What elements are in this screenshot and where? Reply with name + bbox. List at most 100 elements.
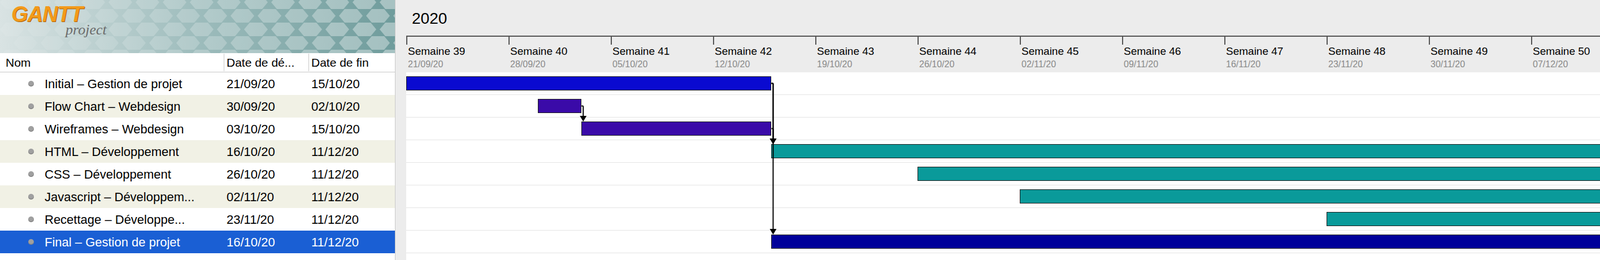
task-bullet-icon (28, 238, 34, 245)
task-name: HTML – Développement (44, 142, 180, 162)
logo-banner: GANTTproject (0, 0, 395, 54)
chart-row (406, 207, 1600, 231)
task-bar[interactable] (771, 234, 1600, 249)
task-bullet-icon (28, 148, 34, 155)
week-label: Semaine 48 (1326, 44, 1429, 59)
gantt-chart: 2020Semaine 3921/09/20Semaine 4028/09/20… (406, 0, 1600, 260)
column-header[interactable]: Date de fin (309, 53, 396, 72)
task-end: 15/10/20 (309, 119, 396, 139)
task-end: 11/12/20 (309, 187, 396, 207)
week-label: Semaine 42 (712, 44, 816, 59)
task-name: Initial – Gestion de projet (44, 74, 182, 94)
week-label: Semaine 41 (610, 44, 713, 59)
chart-row (406, 230, 1600, 254)
splitter[interactable] (395, 0, 407, 260)
chart-row (406, 72, 1600, 95)
task-start: 26/10/20 (224, 164, 310, 184)
gantt-project-window: GANTTprojectNomDate de dé...Date de finI… (0, 0, 1600, 260)
task-end: 02/10/20 (309, 97, 396, 116)
task-bar[interactable] (1326, 211, 1600, 226)
logo: GANTTproject (0, 0, 395, 38)
week-label: Semaine 46 (1122, 44, 1225, 59)
task-end: 11/12/20 (309, 210, 396, 229)
week-column: Semaine 4105/10/20 (610, 36, 713, 71)
task-name: Flow Chart – Webdesign (44, 97, 181, 116)
week-column: Semaine 4319/10/20 (815, 36, 918, 71)
task-bar[interactable] (406, 76, 772, 91)
week-column: Semaine 4212/10/20 (712, 36, 816, 71)
task-end: 11/12/20 (309, 232, 396, 252)
week-label: Semaine 47 (1224, 44, 1327, 59)
week-label: Semaine 50 (1531, 44, 1600, 59)
dependency-arrows-icon (406, 72, 1600, 254)
table-header: NomDate de dé...Date de fin (0, 53, 395, 73)
task-bullet-icon (28, 103, 34, 110)
task-name: Final – Gestion de projet (44, 232, 181, 252)
task-start: 23/11/20 (224, 210, 310, 229)
week-label: Semaine 43 (815, 44, 918, 59)
task-name: Wireframes – Webdesign (44, 119, 185, 139)
week-label: Semaine 44 (917, 44, 1020, 59)
chart-row (406, 117, 1600, 141)
week-column: Semaine 4823/11/20 (1326, 36, 1429, 71)
task-bullet-icon (28, 193, 34, 200)
table-row[interactable]: HTML – Développement 16/10/2011/12/20 (0, 140, 395, 163)
task-end: 11/12/20 (309, 142, 396, 162)
week-column: Semaine 5007/12/20 (1531, 36, 1600, 71)
week-date: 30/11/20 (1428, 58, 1532, 71)
task-start: 16/10/20 (224, 232, 310, 252)
table-row[interactable]: Initial – Gestion de projet 21/09/2015/10… (0, 72, 395, 95)
chart-row (406, 140, 1600, 163)
table-row[interactable]: Final – Gestion de projet 16/10/2011/12/2… (0, 230, 395, 254)
week-column: Semaine 4426/10/20 (917, 36, 1020, 71)
task-bar[interactable] (537, 98, 582, 113)
week-date: 23/11/20 (1326, 58, 1429, 71)
chart-row (406, 94, 1600, 118)
task-bar[interactable] (581, 121, 772, 136)
timeline-header: 2020Semaine 3921/09/20Semaine 4028/09/20… (406, 0, 1600, 73)
chart-body (406, 72, 1600, 254)
table-row[interactable]: Flow Chart – Webdesign30/09/2002/10/20 (0, 94, 395, 118)
table-row[interactable]: CSS – Développement26/10/2011/12/20 (0, 162, 395, 186)
week-date: 21/09/20 (406, 58, 509, 71)
week-column: Semaine 3921/09/20 (406, 36, 509, 71)
task-start: 16/10/20 (224, 142, 310, 162)
week-column: Semaine 4930/11/20 (1428, 36, 1532, 71)
task-bullet-icon (28, 125, 34, 132)
week-date: 09/11/20 (1122, 58, 1225, 71)
week-date: 16/11/20 (1224, 58, 1327, 71)
column-header[interactable]: Date de dé... (224, 53, 310, 72)
task-name: Javascript – Développem... (44, 187, 195, 207)
week-date: 26/10/20 (917, 58, 1020, 71)
week-column: Semaine 4609/11/20 (1122, 36, 1225, 71)
task-bar[interactable] (917, 166, 1600, 181)
week-column: Semaine 4502/11/20 (1019, 36, 1123, 71)
table-row[interactable]: Recettage – Développe... 23/11/2011/12/20 (0, 207, 395, 231)
task-end: 15/10/20 (309, 74, 396, 94)
column-header[interactable]: Nom (0, 53, 225, 72)
task-end: 11/12/20 (309, 164, 396, 184)
chart-row (406, 162, 1600, 186)
table-row[interactable]: Javascript – Développem... 02/11/2011/12/… (0, 185, 395, 208)
task-bar[interactable] (1019, 189, 1600, 204)
task-name: Recettage – Développe... (44, 210, 185, 229)
week-date: 28/09/20 (508, 58, 611, 71)
task-start: 21/09/20 (224, 74, 310, 94)
week-label: Semaine 49 (1428, 44, 1532, 59)
week-column: Semaine 4028/09/20 (508, 36, 611, 71)
week-column: Semaine 4716/11/20 (1224, 36, 1327, 71)
task-bullet-icon (28, 80, 34, 87)
task-panel: GANTTprojectNomDate de dé...Date de finI… (0, 0, 396, 260)
task-bar[interactable] (771, 144, 1600, 159)
week-date: 05/10/20 (610, 58, 713, 71)
table-row[interactable]: Wireframes – Webdesign 03/10/2015/10/20 (0, 117, 395, 141)
chart-row (406, 185, 1600, 208)
task-start: 02/11/20 (224, 187, 310, 207)
week-date: 02/11/20 (1019, 58, 1123, 71)
task-table: NomDate de dé...Date de finInitial – Ges… (0, 53, 395, 254)
task-start: 03/10/20 (224, 119, 310, 139)
year-label: 2020 (406, 0, 1600, 36)
task-bullet-icon (28, 216, 34, 223)
week-date: 19/10/20 (815, 58, 918, 71)
week-date: 12/10/20 (712, 58, 816, 71)
